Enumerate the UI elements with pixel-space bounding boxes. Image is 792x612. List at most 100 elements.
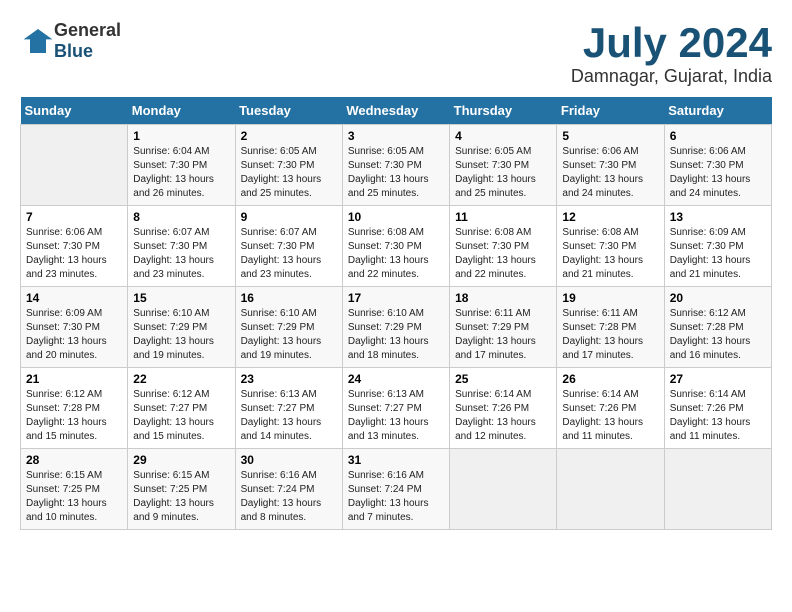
week-row-1: 1 Sunrise: 6:04 AMSunset: 7:30 PMDaylight…	[21, 125, 772, 206]
day-number: 24	[348, 372, 444, 386]
day-number: 17	[348, 291, 444, 305]
day-number: 2	[241, 129, 337, 143]
day-info: Sunrise: 6:06 AMSunset: 7:30 PMDaylight:…	[562, 145, 658, 201]
calendar-cell: 6 Sunrise: 6:06 AMSunset: 7:30 PMDaylight…	[664, 125, 771, 206]
calendar-cell: 27Sunrise: 6:14 AMSunset: 7:26 PMDayligh…	[664, 368, 771, 449]
week-row-3: 14 Sunrise: 6:09 AMSunset: 7:30 PMDayligh…	[21, 287, 772, 368]
calendar-cell: 4 Sunrise: 6:05 AMSunset: 7:30 PMDaylight…	[450, 125, 557, 206]
day-info: Sunrise: 6:08 AMSunset: 7:30 PMDaylight:…	[348, 226, 444, 282]
day-info: Sunrise: 6:09 AMSunset: 7:30 PMDaylight:…	[26, 307, 122, 363]
day-number: 3	[348, 129, 444, 143]
logo-blue-text: Blue	[54, 41, 93, 61]
calendar-cell: 20Sunrise: 6:12 AMSunset: 7:28 PMDayligh…	[664, 287, 771, 368]
calendar-cell: 12 Sunrise: 6:08 AMSunset: 7:30 PMDayligh…	[557, 206, 664, 287]
day-number: 25	[455, 372, 551, 386]
day-info: Sunrise: 6:11 AMSunset: 7:29 PMDaylight:…	[455, 307, 551, 363]
day-info: Sunrise: 6:16 AMSunset: 7:24 PMDaylight:…	[348, 469, 444, 525]
day-number: 15	[133, 291, 229, 305]
day-number: 16	[241, 291, 337, 305]
calendar-cell: 29Sunrise: 6:15 AMSunset: 7:25 PMDayligh…	[128, 449, 235, 530]
day-info: Sunrise: 6:13 AMSunset: 7:27 PMDaylight:…	[348, 388, 444, 444]
day-number: 31	[348, 453, 444, 467]
calendar-cell: 23 Sunrise: 6:13 AMSunset: 7:27 PMDayligh…	[235, 368, 342, 449]
day-number: 23	[241, 372, 337, 386]
day-number: 19	[562, 291, 658, 305]
calendar-cell: 21Sunrise: 6:12 AMSunset: 7:28 PMDayligh…	[21, 368, 128, 449]
day-info: Sunrise: 6:12 AMSunset: 7:27 PMDaylight:…	[133, 388, 229, 444]
calendar-cell	[21, 125, 128, 206]
day-info: Sunrise: 6:13 AMSunset: 7:27 PMDaylight:…	[241, 388, 337, 444]
calendar-cell	[664, 449, 771, 530]
calendar-cell	[450, 449, 557, 530]
day-info: Sunrise: 6:04 AMSunset: 7:30 PMDaylight:…	[133, 145, 229, 201]
calendar-cell: 22Sunrise: 6:12 AMSunset: 7:27 PMDayligh…	[128, 368, 235, 449]
location-title: Damnagar, Gujarat, India	[571, 66, 772, 87]
month-title: July 2024	[571, 20, 772, 66]
calendar-cell: 19 Sunrise: 6:11 AMSunset: 7:28 PMDayligh…	[557, 287, 664, 368]
day-header-friday: Friday	[557, 97, 664, 125]
logo-icon	[22, 25, 54, 57]
day-header-thursday: Thursday	[450, 97, 557, 125]
day-header-tuesday: Tuesday	[235, 97, 342, 125]
logo-general-text: General	[54, 20, 121, 40]
day-number: 30	[241, 453, 337, 467]
day-number: 6	[670, 129, 766, 143]
calendar-cell: 1 Sunrise: 6:04 AMSunset: 7:30 PMDaylight…	[128, 125, 235, 206]
calendar-cell: 26Sunrise: 6:14 AMSunset: 7:26 PMDayligh…	[557, 368, 664, 449]
day-number: 29	[133, 453, 229, 467]
day-number: 27	[670, 372, 766, 386]
calendar-cell: 11 Sunrise: 6:08 AMSunset: 7:30 PMDayligh…	[450, 206, 557, 287]
day-number: 10	[348, 210, 444, 224]
calendar-cell: 30 Sunrise: 6:16 AMSunset: 7:24 PMDayligh…	[235, 449, 342, 530]
week-row-5: 28Sunrise: 6:15 AMSunset: 7:25 PMDayligh…	[21, 449, 772, 530]
calendar-cell: 3 Sunrise: 6:05 AMSunset: 7:30 PMDaylight…	[342, 125, 449, 206]
calendar-cell: 14 Sunrise: 6:09 AMSunset: 7:30 PMDayligh…	[21, 287, 128, 368]
calendar-cell: 15 Sunrise: 6:10 AMSunset: 7:29 PMDayligh…	[128, 287, 235, 368]
day-number: 18	[455, 291, 551, 305]
day-info: Sunrise: 6:10 AMSunset: 7:29 PMDaylight:…	[133, 307, 229, 363]
day-number: 5	[562, 129, 658, 143]
calendar-cell	[557, 449, 664, 530]
calendar-cell: 9Sunrise: 6:07 AMSunset: 7:30 PMDaylight…	[235, 206, 342, 287]
day-number: 13	[670, 210, 766, 224]
calendar-cell: 5 Sunrise: 6:06 AMSunset: 7:30 PMDaylight…	[557, 125, 664, 206]
day-info: Sunrise: 6:14 AMSunset: 7:26 PMDaylight:…	[455, 388, 551, 444]
day-number: 12	[562, 210, 658, 224]
calendar-cell: 13 Sunrise: 6:09 AMSunset: 7:30 PMDayligh…	[664, 206, 771, 287]
day-number: 21	[26, 372, 122, 386]
day-info: Sunrise: 6:07 AMSunset: 7:30 PMDaylight:…	[133, 226, 229, 282]
calendar-cell: 25 Sunrise: 6:14 AMSunset: 7:26 PMDayligh…	[450, 368, 557, 449]
day-info: Sunrise: 6:08 AMSunset: 7:30 PMDaylight:…	[562, 226, 658, 282]
calendar-cell: 2 Sunrise: 6:05 AMSunset: 7:30 PMDaylight…	[235, 125, 342, 206]
calendar-table: SundayMondayTuesdayWednesdayThursdayFrid…	[20, 97, 772, 530]
day-info: Sunrise: 6:11 AMSunset: 7:28 PMDaylight:…	[562, 307, 658, 363]
calendar-cell: 28Sunrise: 6:15 AMSunset: 7:25 PMDayligh…	[21, 449, 128, 530]
day-number: 11	[455, 210, 551, 224]
day-info: Sunrise: 6:12 AMSunset: 7:28 PMDaylight:…	[670, 307, 766, 363]
day-info: Sunrise: 6:05 AMSunset: 7:30 PMDaylight:…	[241, 145, 337, 201]
calendar-cell: 16Sunrise: 6:10 AMSunset: 7:29 PMDayligh…	[235, 287, 342, 368]
day-info: Sunrise: 6:16 AMSunset: 7:24 PMDaylight:…	[241, 469, 337, 525]
day-number: 7	[26, 210, 122, 224]
calendar-cell: 8 Sunrise: 6:07 AMSunset: 7:30 PMDaylight…	[128, 206, 235, 287]
day-number: 8	[133, 210, 229, 224]
day-info: Sunrise: 6:09 AMSunset: 7:30 PMDaylight:…	[670, 226, 766, 282]
logo: General Blue	[20, 20, 121, 62]
header: General Blue July 2024 Damnagar, Gujarat…	[20, 20, 772, 87]
week-row-2: 7Sunrise: 6:06 AMSunset: 7:30 PMDaylight…	[21, 206, 772, 287]
calendar-cell: 10 Sunrise: 6:08 AMSunset: 7:30 PMDayligh…	[342, 206, 449, 287]
day-info: Sunrise: 6:05 AMSunset: 7:30 PMDaylight:…	[348, 145, 444, 201]
day-info: Sunrise: 6:14 AMSunset: 7:26 PMDaylight:…	[562, 388, 658, 444]
day-info: Sunrise: 6:08 AMSunset: 7:30 PMDaylight:…	[455, 226, 551, 282]
title-area: July 2024 Damnagar, Gujarat, India	[571, 20, 772, 87]
day-info: Sunrise: 6:06 AMSunset: 7:30 PMDaylight:…	[670, 145, 766, 201]
day-number: 1	[133, 129, 229, 143]
day-number: 4	[455, 129, 551, 143]
day-headers-row: SundayMondayTuesdayWednesdayThursdayFrid…	[21, 97, 772, 125]
calendar-cell: 17Sunrise: 6:10 AMSunset: 7:29 PMDayligh…	[342, 287, 449, 368]
calendar-cell: 7Sunrise: 6:06 AMSunset: 7:30 PMDaylight…	[21, 206, 128, 287]
day-header-saturday: Saturday	[664, 97, 771, 125]
day-header-monday: Monday	[128, 97, 235, 125]
day-number: 14	[26, 291, 122, 305]
day-info: Sunrise: 6:05 AMSunset: 7:30 PMDaylight:…	[455, 145, 551, 201]
